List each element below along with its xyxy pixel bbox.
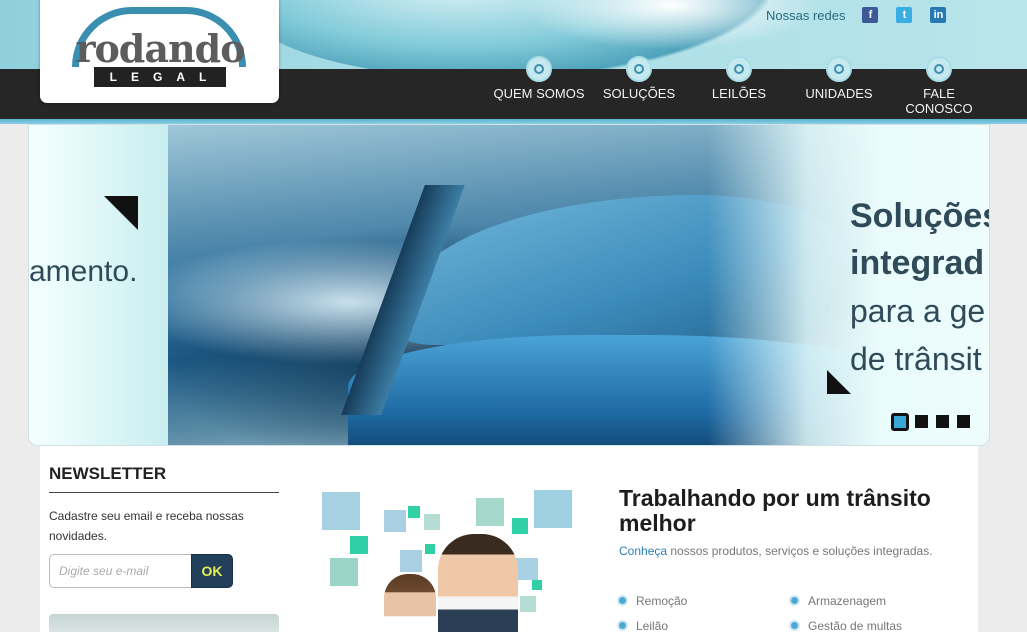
deco-square [408, 506, 420, 518]
hero-headline-line3: para a ge [850, 293, 986, 329]
social-label: Nossas redes [766, 7, 846, 23]
deco-square [322, 492, 360, 530]
newsletter-divider [49, 492, 279, 493]
team-illustration [320, 486, 580, 632]
slider-pager [891, 413, 978, 431]
nav-item-fale-conosco[interactable]: FALE CONOSCO [889, 56, 989, 119]
linkedin-icon[interactable]: in [930, 7, 947, 23]
hero-headline: Soluções integrad para a ge de trânsit [850, 193, 990, 383]
feature-title: Trabalhando por um trânsito melhor [619, 485, 931, 536]
nav-dot-icon [726, 56, 752, 82]
deco-square [532, 580, 542, 590]
logo-subtitle: LEGAL [94, 67, 226, 87]
newsletter-submit-button[interactable]: OK [191, 554, 233, 588]
nav-dot-icon [526, 56, 552, 82]
pager-dot-4[interactable] [957, 415, 970, 428]
nav-label: QUEM SOMOS [493, 86, 585, 101]
nav-item-quem-somos[interactable]: QUEM SOMOS [489, 56, 589, 119]
deco-square [476, 498, 504, 526]
deco-square [512, 518, 528, 534]
list-item-remocao[interactable]: Remoção [619, 594, 687, 608]
pager-dot-2[interactable] [915, 415, 928, 428]
nav-item-leiloes[interactable]: LEILÕES [689, 56, 789, 119]
previous-slide-text: amento. [29, 255, 138, 288]
feature-description-text: nossos produtos, serviços e soluções int… [667, 544, 933, 558]
list-item-leilao[interactable]: Leilão [619, 619, 668, 632]
hero-headline-line2: integrad [850, 244, 985, 282]
nav-item-solucoes[interactable]: SOLUÇÕES [589, 56, 689, 119]
hero-headline-line1: Soluções [850, 197, 990, 235]
site-logo[interactable]: rodando LEGAL [40, 0, 279, 103]
facebook-icon[interactable]: f [862, 7, 879, 23]
deco-square [350, 536, 368, 554]
feature-description: Conheça nossos produtos, serviços e solu… [619, 544, 933, 558]
deco-square [400, 550, 422, 572]
newsletter-description: Cadastre seu email e receba nossas novid… [49, 509, 244, 543]
conheca-link[interactable]: Conheça [619, 544, 667, 558]
content-panel: NEWSLETTER Cadastre seu email e receba n… [40, 446, 978, 632]
nav-item-unidades[interactable]: UNIDADES [789, 56, 889, 119]
woman-photo [384, 574, 436, 632]
deco-square [424, 514, 440, 530]
nav-dot-icon [826, 56, 852, 82]
previous-slide-peek: amento. [29, 125, 168, 445]
deco-square [425, 544, 435, 554]
nav-dot-icon [926, 56, 952, 82]
deco-square [534, 490, 572, 528]
deco-square [384, 510, 406, 532]
hero-headline-line4: de trânsit [850, 341, 982, 377]
sidebar-banner[interactable] [49, 614, 279, 632]
nav-label: LEILÕES [711, 86, 767, 101]
nav-dot-icon [626, 56, 652, 82]
twitter-icon[interactable]: t [896, 7, 913, 23]
list-item-gestao-de-multas[interactable]: Gestão de multas [791, 619, 902, 632]
man-photo [438, 534, 518, 632]
deco-square [516, 558, 538, 580]
social-links: Nossas redes f t in [766, 7, 964, 23]
newsletter-email-input[interactable] [49, 554, 193, 588]
nav-label: UNIDADES [805, 86, 873, 101]
logo-wordmark: rodando [75, 26, 245, 71]
nav-label: SOLUÇÕES [602, 86, 676, 101]
list-item-armazenagem[interactable]: Armazenagem [791, 594, 886, 608]
pager-dot-3[interactable] [936, 415, 949, 428]
deco-square [330, 558, 358, 586]
deco-square [520, 596, 536, 612]
corner-triangle-icon [827, 370, 851, 394]
corner-triangle-icon [104, 196, 138, 230]
hero-slider: amento. Soluções integrad para a ge de t… [28, 124, 990, 446]
nav-label: FALE CONOSCO [905, 86, 973, 116]
newsletter-title: NEWSLETTER [49, 464, 167, 483]
pager-dot-1[interactable] [891, 413, 909, 431]
